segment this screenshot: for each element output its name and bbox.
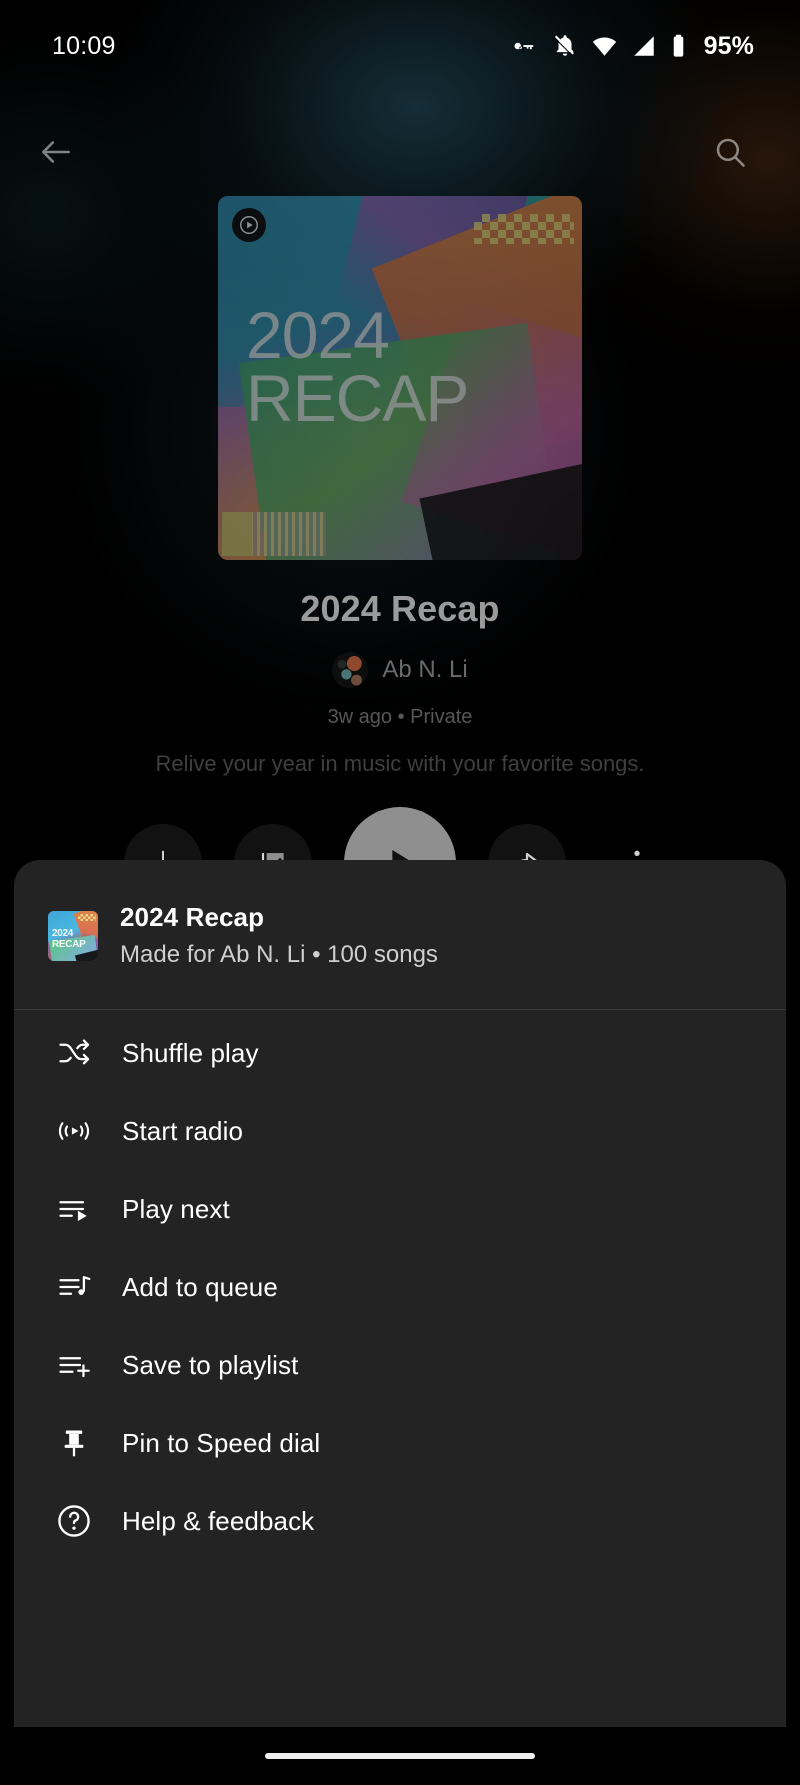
battery-percentage: 95% xyxy=(703,31,754,60)
status-bar: 10:09 95% xyxy=(0,0,800,92)
key-icon xyxy=(513,33,539,59)
home-gesture-pill[interactable] xyxy=(265,1753,535,1759)
playlist-meta: 3w ago • Private xyxy=(327,706,473,728)
menu-item-save-to-playlist[interactable]: Save to playlist xyxy=(14,1326,786,1404)
app-bar xyxy=(0,118,800,186)
artwork-title-text: 2024 RECAP xyxy=(246,298,469,435)
thumbnail-text-line2: RECAP xyxy=(52,938,86,950)
navigation-bar xyxy=(0,1727,800,1785)
menu-item-label: Help & feedback xyxy=(122,1505,315,1536)
menu-item-help-and-feedback[interactable]: Help & feedback xyxy=(14,1482,786,1560)
bottom-sheet-menu: Shuffle play Start radio Play next Add t… xyxy=(14,1010,786,1560)
playlist-thumbnail: 2024 RECAP xyxy=(48,910,98,961)
radio-icon xyxy=(54,1111,94,1151)
status-bar-clock: 10:09 xyxy=(52,31,116,60)
save-to-playlist-icon xyxy=(54,1345,94,1385)
avatar xyxy=(332,652,369,688)
page-title: 2024 Recap xyxy=(300,588,500,629)
playlist-artwork[interactable]: 2024 RECAP xyxy=(218,196,582,560)
artwork-checker-pattern xyxy=(474,214,574,244)
menu-item-start-radio[interactable]: Start radio xyxy=(14,1092,786,1170)
status-bar-icons: 95% xyxy=(513,32,754,61)
back-arrow-icon[interactable] xyxy=(26,122,86,182)
notifications-muted-icon xyxy=(552,33,578,59)
bottom-sheet-title: 2024 Recap xyxy=(120,902,265,932)
menu-item-add-to-queue[interactable]: Add to queue xyxy=(14,1248,786,1326)
help-circle-icon xyxy=(54,1501,94,1541)
artwork-title-line1: 2024 xyxy=(246,298,390,372)
cellular-signal-icon xyxy=(631,33,657,59)
pin-icon xyxy=(54,1423,94,1463)
artwork-title-line2: RECAP xyxy=(246,360,469,435)
menu-item-label: Add to queue xyxy=(122,1271,278,1302)
search-icon[interactable] xyxy=(700,122,760,182)
menu-item-label: Shuffle play xyxy=(122,1037,259,1068)
battery-icon xyxy=(670,33,687,59)
menu-item-label: Pin to Speed dial xyxy=(122,1427,321,1458)
menu-item-label: Start radio xyxy=(122,1115,244,1146)
menu-item-shuffle-play[interactable]: Shuffle play xyxy=(14,1014,786,1092)
bottom-sheet-header-text: 2024 Recap Made for Ab N. Li • 100 songs xyxy=(120,902,438,969)
shuffle-icon xyxy=(54,1033,94,1073)
artwork-barcode-block xyxy=(222,512,252,556)
play-next-icon xyxy=(54,1189,94,1229)
menu-item-pin-to-speed-dial[interactable]: Pin to Speed dial xyxy=(14,1404,786,1482)
playlist-description: Relive your year in music with your favo… xyxy=(155,751,645,776)
thumbnail-text: 2024 RECAP xyxy=(52,928,86,950)
add-to-queue-icon xyxy=(54,1267,94,1307)
wifi-icon xyxy=(591,33,618,59)
menu-item-label: Play next xyxy=(122,1193,230,1224)
owner-name: Ab N. Li xyxy=(382,656,468,683)
thumbnail-text-line1: 2024 xyxy=(52,927,74,939)
bottom-sheet-header: 2024 RECAP 2024 Recap Made for Ab N. Li … xyxy=(14,860,786,1009)
menu-item-play-next[interactable]: Play next xyxy=(14,1170,786,1248)
bottom-sheet-subtitle: Made for Ab N. Li • 100 songs xyxy=(120,941,438,968)
owner-row[interactable]: Ab N. Li xyxy=(332,652,468,688)
play-badge-icon xyxy=(232,208,266,242)
bottom-sheet: 2024 RECAP 2024 Recap Made for Ab N. Li … xyxy=(14,860,786,1785)
menu-item-label: Save to playlist xyxy=(122,1349,299,1380)
thumbnail-checker-pattern xyxy=(78,913,96,921)
app-screen: 10:09 95% 2024 RECAP 2024 Recap Ab N. Li… xyxy=(0,0,800,1785)
